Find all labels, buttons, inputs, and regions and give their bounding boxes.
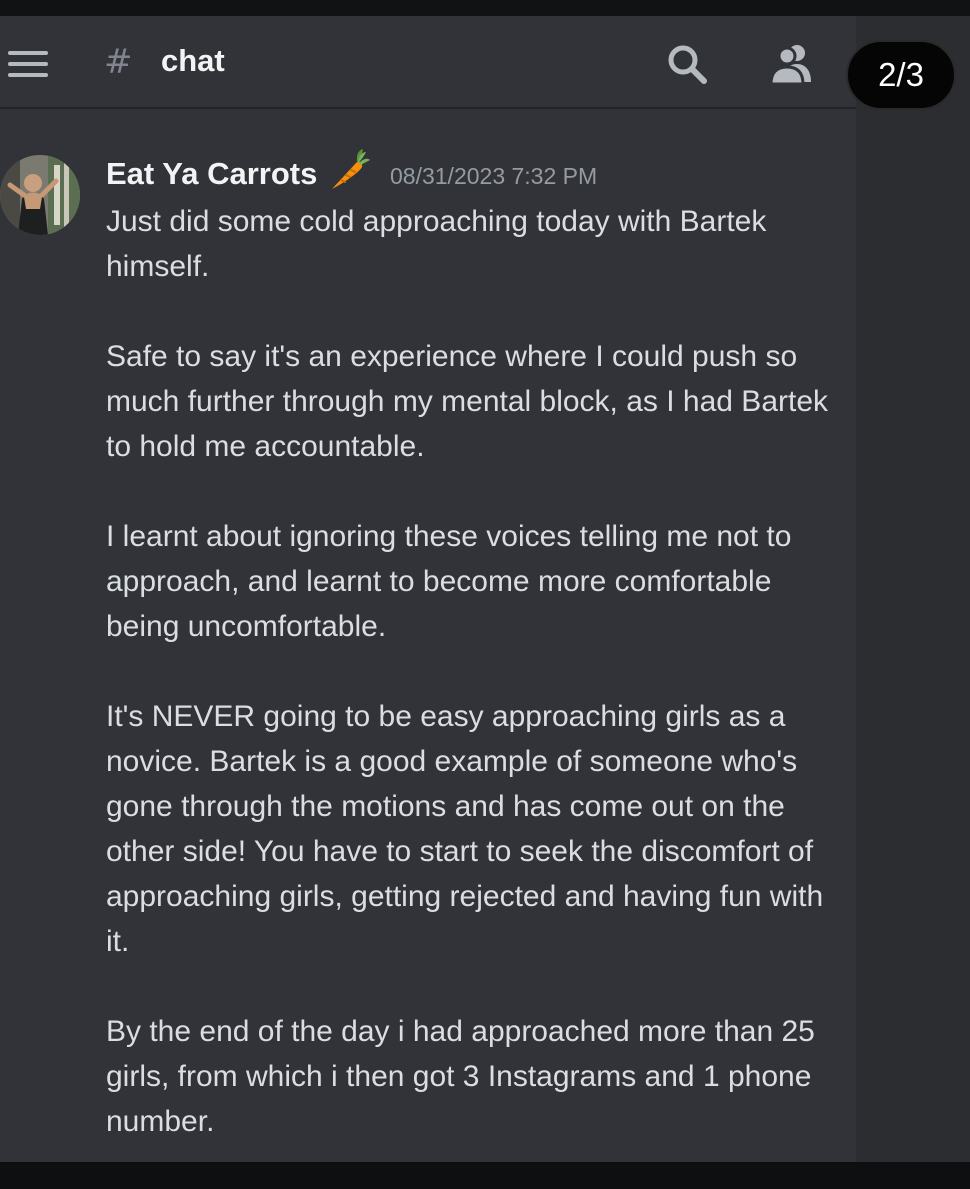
page-indicator-badge: 2/3 xyxy=(846,40,956,110)
members-icon[interactable] xyxy=(765,42,817,86)
screenshot-frame: # chat 2/3 Eat Ya Carrots 08/31/2023 7:3… xyxy=(0,0,970,1189)
message-paragraph: By the end of the day i had approached m… xyxy=(106,1015,815,1138)
message-paragraph: Just did some cold approaching today wit… xyxy=(106,205,767,283)
message-paragraph: I learnt about ignoring these voices tel… xyxy=(106,520,792,643)
carrot-icon xyxy=(326,148,370,192)
message-paragraph: It's NEVER going to be easy approaching … xyxy=(106,700,824,958)
message-author[interactable]: Eat Ya Carrots xyxy=(106,154,317,194)
side-panel-edge xyxy=(856,16,970,1162)
avatar[interactable] xyxy=(0,155,80,235)
hamburger-menu-icon[interactable] xyxy=(8,51,48,77)
message-timestamp: 08/31/2023 7:32 PM xyxy=(390,163,598,189)
channel-header: # chat xyxy=(0,16,856,109)
channel-title: chat xyxy=(161,43,225,78)
search-icon[interactable] xyxy=(665,42,709,86)
bottom-strip xyxy=(0,1162,970,1189)
top-status-strip xyxy=(0,0,970,16)
channel-hash-icon: # xyxy=(104,42,133,82)
message-body: Just did some cold approaching today wit… xyxy=(106,199,836,1144)
message-paragraph: Safe to say it's an experience where I c… xyxy=(106,340,829,463)
